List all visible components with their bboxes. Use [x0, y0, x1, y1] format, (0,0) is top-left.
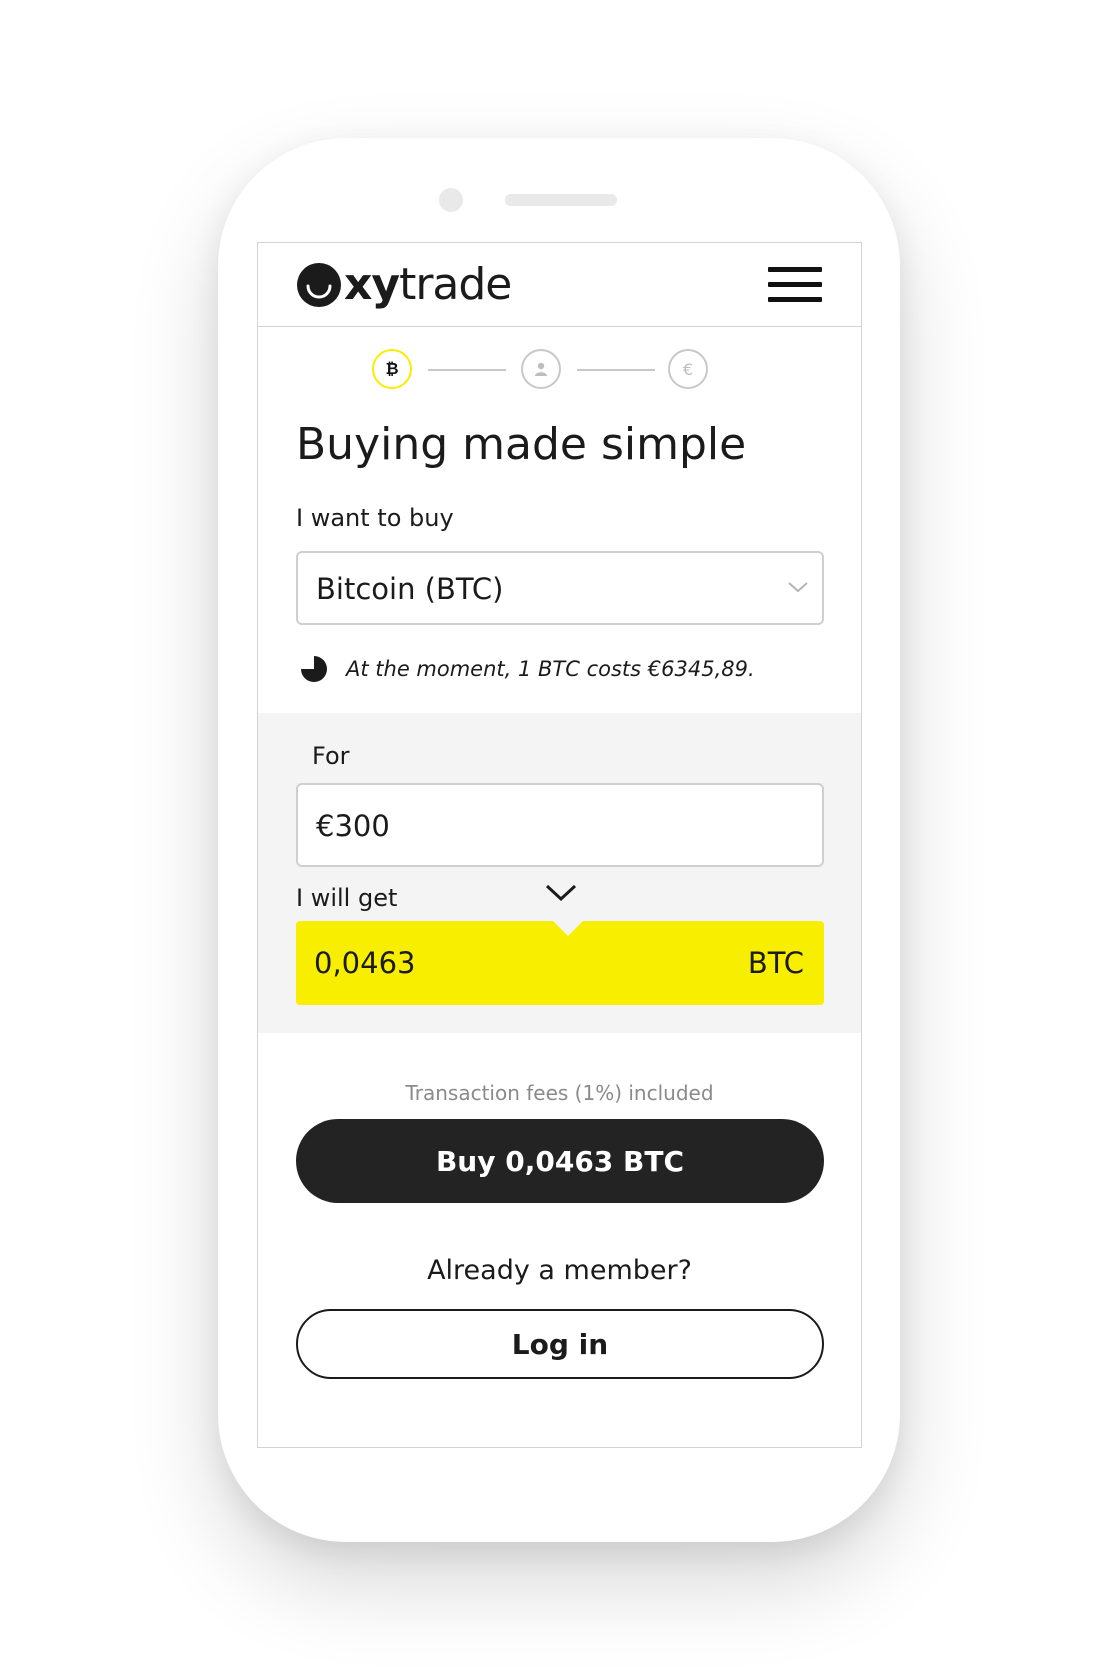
progress-steps: ₿ €: [258, 349, 861, 393]
amount-field[interactable]: [296, 783, 824, 867]
earpiece-speaker: [505, 194, 617, 206]
buy-button[interactable]: Buy 0,0463 BTC: [296, 1119, 824, 1203]
asset-select-value: Bitcoin (BTC): [316, 572, 504, 606]
member-question: Already a member?: [427, 1255, 692, 1286]
step-connector: [577, 369, 655, 371]
app-header: xy trade: [258, 243, 861, 327]
logo-text-bold: xy: [344, 259, 400, 310]
calculator-panel: For I will get 0,0463 BTC: [258, 713, 861, 1033]
buy-label: I want to buy: [296, 504, 454, 532]
chevron-down-icon: [788, 582, 808, 593]
rate-info: At the moment, 1 BTC costs €6345,89.: [300, 655, 755, 683]
front-camera: [439, 188, 463, 212]
result-box: 0,0463 BTC: [296, 920, 824, 1005]
for-label: For: [312, 742, 350, 770]
pie-timer-icon: [301, 656, 327, 682]
step-connector: [428, 369, 506, 371]
stage: xy trade ₿ € Buying made simple I want t…: [0, 0, 1120, 1680]
rate-text: At the moment, 1 BTC costs €6345,89.: [346, 657, 755, 681]
amount-input[interactable]: [314, 803, 798, 849]
bitcoin-icon: ₿: [372, 349, 412, 389]
euro-icon: €: [668, 349, 708, 389]
logo-text-regular: trade: [399, 259, 512, 310]
page-title: Buying made simple: [296, 419, 747, 470]
asset-select[interactable]: Bitcoin (BTC): [296, 551, 824, 625]
logo-mark-icon: [297, 263, 341, 307]
login-button[interactable]: Log in: [296, 1309, 824, 1379]
oxytrade-logo[interactable]: xy trade: [296, 257, 512, 313]
chevron-down-icon: [545, 884, 577, 902]
fees-note: Transaction fees (1%) included: [405, 1081, 714, 1105]
app-screen: xy trade ₿ € Buying made simple I want t…: [257, 242, 862, 1448]
get-label: I will get: [296, 884, 398, 912]
result-value: 0,0463: [314, 946, 416, 980]
hamburger-menu-icon[interactable]: [768, 267, 822, 303]
user-glyph: [535, 362, 547, 376]
result-notch: [552, 920, 584, 936]
result-unit: BTC: [747, 946, 804, 980]
user-icon: [521, 349, 561, 389]
